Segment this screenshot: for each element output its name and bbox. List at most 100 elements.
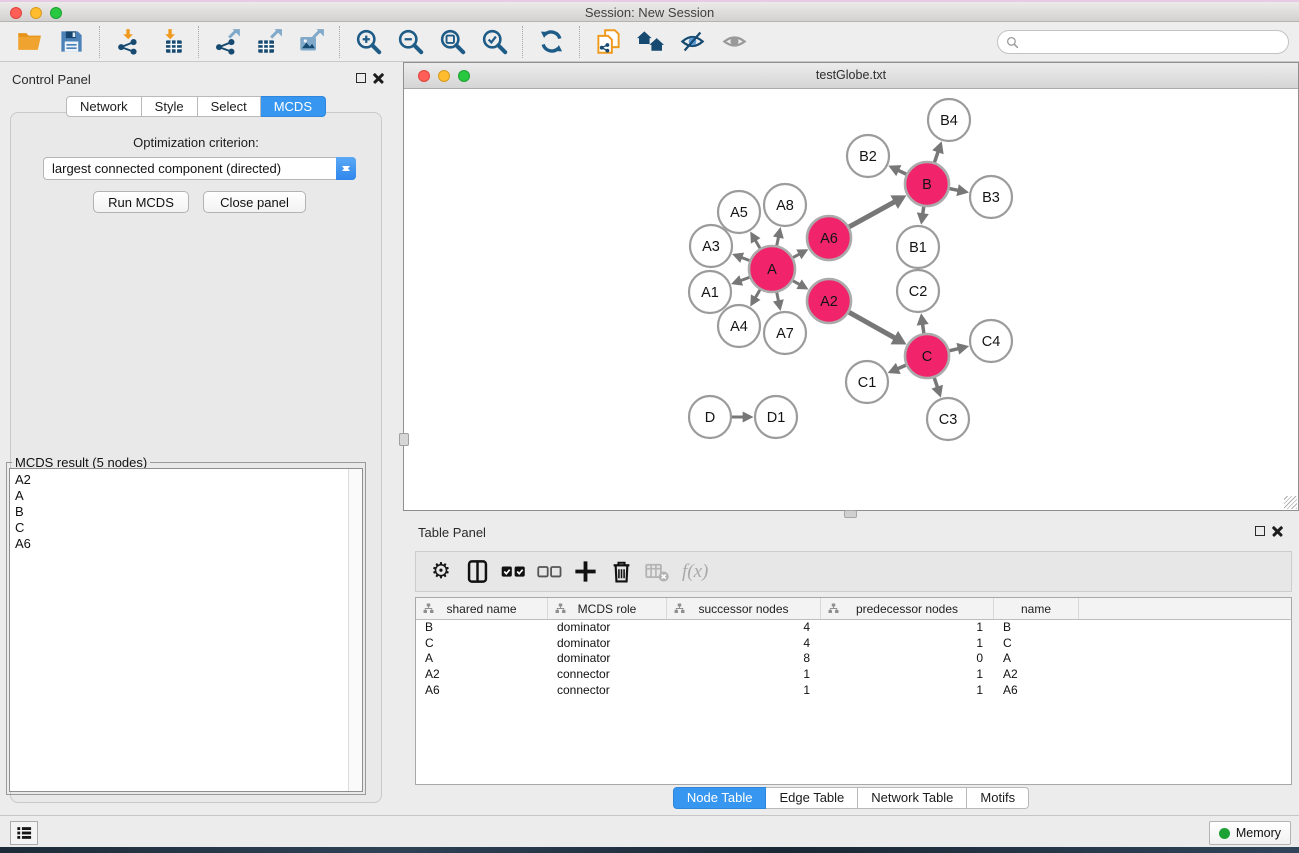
column-header-predecessor-nodes[interactable]: predecessor nodes [821, 598, 994, 619]
search-input[interactable] [1024, 35, 1280, 50]
mcds-result-item[interactable]: A6 [10, 536, 362, 552]
search-field[interactable] [997, 30, 1289, 54]
horizontal-splitter-grip[interactable] [844, 510, 857, 518]
export-image-icon [298, 28, 325, 55]
memory-status-icon [1219, 828, 1230, 839]
tab-select[interactable]: Select [198, 96, 261, 117]
cell-MCDS-role: connector [548, 667, 667, 683]
edge-A2-C[interactable] [847, 311, 895, 338]
window-resize-grip[interactable] [1284, 496, 1297, 509]
network-window-title: testGlobe.txt [404, 68, 1298, 82]
zoom-in-button[interactable] [347, 24, 389, 60]
node-label-B2: B2 [859, 149, 877, 165]
cell-shared-name: A2 [416, 667, 548, 683]
column-header-label: name [1021, 602, 1051, 616]
network-view-window: testGlobe.txt B4B2BB3B1A5A8A3A6AA1A2C2A4… [403, 62, 1299, 511]
network-window-titlebar[interactable]: testGlobe.txt [404, 63, 1298, 89]
mcds-result-item[interactable]: A2 [10, 472, 362, 488]
tab-network[interactable]: Network [66, 96, 142, 117]
unselect-all-columns-button[interactable] [534, 557, 564, 587]
cell-successor-nodes: 1 [667, 667, 821, 683]
tab-node-table[interactable]: Node Table [673, 787, 767, 809]
toggle-columns-button[interactable] [462, 557, 492, 587]
column-header-name[interactable]: name [994, 598, 1079, 619]
column-header-shared-name[interactable]: shared name [416, 598, 548, 619]
node-label-B: B [922, 177, 932, 193]
mcds-result-item[interactable]: C [10, 520, 362, 536]
table-settings-button[interactable]: ⚙ [426, 557, 456, 587]
hide-graphics-details-button[interactable] [713, 24, 755, 60]
float-panel-icon[interactable] [356, 73, 366, 83]
table-row[interactable]: Bdominator41B [416, 620, 1291, 636]
arrowhead-icon [956, 343, 969, 355]
list-icon [14, 823, 34, 843]
dropdown-stepper-icon [336, 157, 356, 180]
table-row[interactable]: A2connector11A2 [416, 667, 1291, 683]
task-history-button[interactable] [10, 821, 38, 845]
network-canvas[interactable]: B4B2BB3B1A5A8A3A6AA1A2C2A4A7CC4C1C3DD1 [404, 89, 1298, 510]
import-network-icon [115, 28, 142, 55]
arrowhead-icon [917, 212, 929, 224]
run-mcds-button[interactable]: Run MCDS [93, 191, 189, 213]
export-table-button[interactable] [248, 24, 290, 60]
table-row[interactable]: A6connector11A6 [416, 683, 1291, 699]
zoom-out-button[interactable] [389, 24, 431, 60]
memory-button[interactable]: Memory [1209, 821, 1291, 845]
save-session-button[interactable] [50, 24, 92, 60]
cell-predecessor-nodes: 1 [821, 620, 994, 636]
tab-mcds[interactable]: MCDS [261, 96, 326, 117]
optimization-criterion-select[interactable]: largest connected component (directed) [43, 157, 356, 180]
import-network-button[interactable] [107, 24, 149, 60]
table-panel: Table Panel ⚙f(x) shared nameMCDS rolesu… [403, 518, 1299, 815]
float-table-panel-icon[interactable] [1255, 526, 1265, 536]
hide-graphics-details-icon [721, 28, 748, 55]
export-network-button[interactable] [206, 24, 248, 60]
arrowhead-icon [743, 412, 754, 423]
network-graph[interactable]: B4B2BB3B1A5A8A3A6AA1A2C2A4A7CC4C1C3DD1 [404, 89, 1298, 510]
column-header-successor-nodes[interactable]: successor nodes [667, 598, 821, 619]
duplicate-network-button[interactable] [587, 24, 629, 60]
desktop-background [0, 847, 1299, 853]
delete-column-button[interactable] [606, 557, 636, 587]
zoom-fit-icon [439, 28, 466, 55]
import-table-button[interactable] [149, 24, 191, 60]
table-row[interactable]: Adominator80A [416, 651, 1291, 667]
mcds-result-item[interactable]: A [10, 488, 362, 504]
home-view-button[interactable] [629, 24, 671, 60]
table-row[interactable]: Cdominator41C [416, 636, 1291, 652]
toggle-columns-icon [464, 558, 491, 585]
mcds-result-item[interactable]: B [10, 504, 362, 520]
titlebar: Session: New Session [0, 0, 1299, 22]
tab-style[interactable]: Style [142, 96, 198, 117]
mcds-result-list[interactable]: A2ABCA6 [9, 468, 363, 792]
table-toolbar: ⚙ f(x) [415, 551, 1292, 592]
add-column-button[interactable] [570, 557, 600, 587]
zoom-selected-button[interactable] [473, 24, 515, 60]
refresh-network-button[interactable] [530, 24, 572, 60]
close-table-panel-icon[interactable] [1272, 526, 1283, 537]
zoom-fit-button[interactable] [431, 24, 473, 60]
tab-edge-table[interactable]: Edge Table [766, 787, 858, 809]
panel-splitter-grip[interactable] [399, 433, 409, 446]
import-table-icon [157, 28, 184, 55]
column-header-MCDS-role[interactable]: MCDS role [548, 598, 667, 619]
select-all-columns-button[interactable] [498, 557, 528, 587]
mcds-list-scrollbar[interactable] [348, 469, 362, 791]
tab-network-table[interactable]: Network Table [858, 787, 967, 809]
show-graphics-details-icon [679, 28, 706, 55]
export-image-button[interactable] [290, 24, 332, 60]
node-label-B1: B1 [909, 240, 927, 256]
function-builder-button[interactable]: f(x) [682, 561, 708, 583]
cell-successor-nodes: 8 [667, 651, 821, 667]
show-graphics-details-button[interactable] [671, 24, 713, 60]
cell-MCDS-role: dominator [548, 651, 667, 667]
open-session-button[interactable] [8, 24, 50, 60]
close-panel-icon[interactable] [373, 73, 384, 84]
delete-table-button[interactable] [642, 557, 672, 587]
add-column-icon [572, 558, 599, 585]
node-table[interactable]: shared nameMCDS rolesuccessor nodesprede… [415, 597, 1292, 785]
tab-motifs[interactable]: Motifs [967, 787, 1029, 809]
edge-A6-B[interactable] [847, 202, 895, 228]
close-panel-button[interactable]: Close panel [203, 191, 306, 213]
node-label-A8: A8 [776, 198, 794, 214]
